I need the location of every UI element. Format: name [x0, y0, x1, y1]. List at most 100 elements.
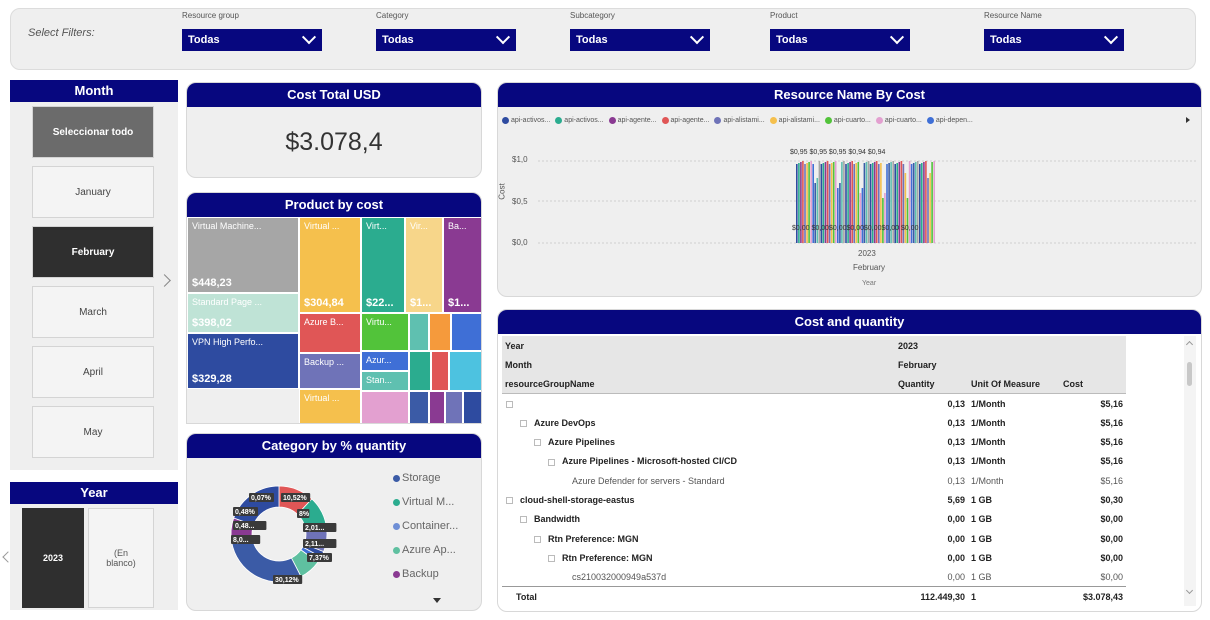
filter-dropdown[interactable]: Todas [984, 29, 1124, 51]
resource-bar[interactable] [906, 198, 909, 243]
legend-item[interactable]: api-alistami... [714, 117, 765, 124]
treemap-small-tile[interactable] [409, 351, 431, 391]
resource-bar[interactable] [933, 161, 935, 243]
expand-icon[interactable] [506, 497, 513, 505]
legend-item[interactable]: api-activos... [502, 117, 550, 124]
expand-icon[interactable] [534, 439, 541, 447]
legend-item[interactable]: api-depen... [926, 117, 973, 124]
month-option[interactable]: April [32, 346, 154, 398]
expand-icon[interactable] [534, 535, 541, 543]
scroll-down-icon[interactable] [1185, 586, 1194, 595]
treemap-small-tile[interactable] [463, 391, 481, 423]
filter-dropdown[interactable]: Todas [570, 29, 710, 51]
resource-bar[interactable] [884, 193, 886, 243]
expand-icon[interactable] [520, 516, 527, 524]
expand-icon[interactable] [548, 555, 555, 563]
expand-icon[interactable] [506, 400, 513, 408]
month-option[interactable]: January [32, 166, 154, 218]
treemap-small-tile[interactable] [429, 391, 445, 423]
treemap-tile[interactable]: Virt... $22... [361, 217, 405, 313]
y-tick: $1,0 [512, 155, 528, 164]
resource-bar[interactable] [837, 188, 839, 243]
treemap-tile-value: $1... [410, 297, 432, 309]
row-name: Azure DevOps [534, 417, 596, 428]
treemap-small-tile[interactable] [409, 313, 429, 351]
legend-item[interactable]: api-cuarto... [824, 117, 871, 124]
legend-item[interactable]: api-agente... [661, 117, 709, 124]
resource-bar[interactable] [927, 178, 929, 243]
legend-item[interactable]: Storage [393, 466, 481, 490]
resource-bar[interactable] [923, 162, 925, 243]
treemap-tile[interactable]: Standard Page ... $398,02 [187, 293, 299, 333]
treemap-tile[interactable]: Backup ... [299, 353, 361, 389]
expand-icon[interactable] [548, 458, 555, 466]
treemap-tile[interactable]: Azure B... [299, 313, 361, 353]
month-option[interactable]: May [32, 406, 154, 458]
treemap-tile[interactable]: Virtual ... [299, 389, 361, 423]
month-option[interactable]: February [32, 226, 154, 278]
treemap-small-tile[interactable] [361, 391, 409, 423]
bar-top-labels: $0,95 $0,95 $0,95 $0,94 $0,94 [790, 149, 886, 156]
resource-bar[interactable] [839, 183, 841, 243]
resource-bar[interactable] [814, 183, 816, 243]
month-option[interactable]: Seleccionar todo [32, 106, 154, 158]
resource-bar[interactable] [929, 173, 931, 243]
month-option[interactable]: March [32, 286, 154, 338]
treemap-small-tile[interactable] [431, 351, 449, 391]
treemap-tile[interactable]: Vir... $1... [405, 217, 443, 313]
row-name: Azure Pipelines - Microsoft-hosted CI/CD [562, 456, 738, 467]
legend-label: api-agente... [617, 117, 657, 124]
filter-dropdown[interactable]: Todas [376, 29, 516, 51]
treemap-small-tile[interactable] [449, 351, 481, 391]
legend-item[interactable]: Virtual M... [393, 490, 481, 514]
legend-item[interactable]: api-activos... [555, 117, 604, 124]
legend-next-icon[interactable] [1186, 117, 1190, 123]
resource-bar[interactable] [919, 164, 921, 243]
table-scrollbar[interactable] [1184, 336, 1196, 606]
treemap-tile[interactable]: Virtu... [361, 313, 409, 351]
donut-slice[interactable] [233, 485, 280, 526]
scroll-up-icon[interactable] [1185, 340, 1194, 349]
legend-item[interactable]: api-agente... [608, 117, 657, 124]
treemap-tile[interactable]: Stan... [361, 371, 409, 391]
resource-bar[interactable] [816, 178, 819, 243]
year-option-blank[interactable]: (En blanco) [88, 508, 154, 608]
legend-item[interactable]: Backup [393, 562, 481, 586]
resource-bar[interactable] [882, 198, 884, 243]
legend-item[interactable]: Azure Ap... [393, 538, 481, 562]
column-header[interactable]: Quantity [895, 375, 968, 394]
treemap-tile[interactable]: Virtual ... $304,84 [299, 217, 361, 313]
treemap-small-tile[interactable] [409, 391, 429, 423]
treemap-small-tile[interactable] [445, 391, 463, 423]
resource-bar[interactable] [904, 173, 907, 243]
treemap-small-tile[interactable] [451, 313, 481, 351]
legend-item[interactable]: api-cuarto... [875, 117, 922, 124]
year-option-2023[interactable]: 2023 [22, 508, 84, 608]
column-header[interactable]: resourceGroupName [502, 375, 895, 394]
column-header[interactable]: Unit Of Measure [968, 375, 1060, 394]
unit-cell: 1/Month [971, 398, 1006, 409]
filter-label: Resource Name [984, 11, 1042, 20]
filter-dropdown[interactable]: Todas [770, 29, 910, 51]
scroll-down-icon[interactable] [433, 598, 441, 603]
resource-bar[interactable] [859, 193, 862, 243]
legend-item[interactable]: Container... [393, 514, 481, 538]
resource-bar[interactable] [925, 161, 927, 243]
filter-dropdown[interactable]: Todas [182, 29, 322, 51]
legend-item[interactable]: api-alistami... [769, 117, 820, 124]
treemap-tile[interactable]: Virtual Machine... $448,23 [187, 217, 299, 293]
treemap-tile[interactable]: VPN High Perfo... $329,28 [187, 333, 299, 389]
column-header[interactable]: Cost [1060, 375, 1126, 394]
treemap-tile[interactable]: Azur... [361, 351, 409, 371]
resource-bar[interactable] [861, 188, 864, 243]
quantity-cell: 0,00 [947, 571, 965, 582]
treemap-tile[interactable]: Ba... $1... [443, 217, 481, 313]
resource-bar[interactable] [921, 163, 923, 243]
filter-2: Category Todas [376, 11, 516, 51]
treemap-small-tile[interactable] [429, 313, 451, 351]
donut-label-text: 0,07% [251, 495, 272, 502]
donut-label-text: 2,11... [305, 541, 324, 548]
resource-bar[interactable] [931, 162, 933, 243]
scroll-thumb[interactable] [1187, 362, 1192, 386]
expand-icon[interactable] [520, 419, 527, 427]
